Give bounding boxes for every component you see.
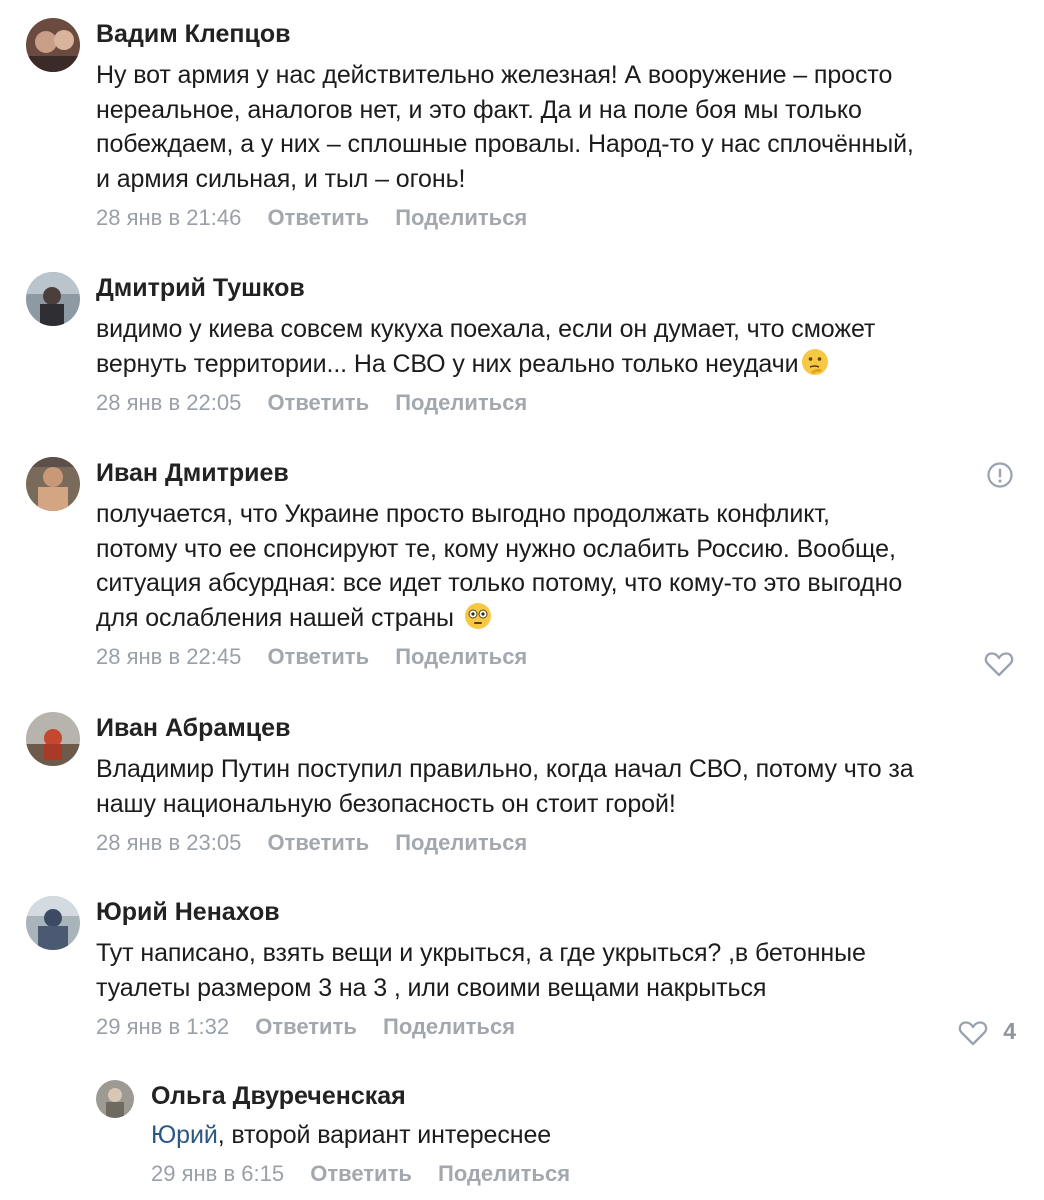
share-button[interactable]: Поделиться [383, 1012, 515, 1042]
comment-author[interactable]: Дмитрий Тушков [96, 272, 1016, 304]
reply-button[interactable]: Ответить [267, 203, 369, 233]
avatar-image [26, 712, 80, 766]
comment-date[interactable]: 28 янв в 22:05 [96, 388, 241, 418]
reply-button[interactable]: Ответить [310, 1159, 412, 1189]
avatar[interactable] [26, 272, 80, 326]
comment-text: Ну вот армия у нас действительно железна… [96, 61, 914, 193]
comment-author[interactable]: Юрий Ненахов [96, 896, 1016, 928]
avatar[interactable] [26, 18, 80, 72]
avatar-image [96, 1080, 134, 1118]
reply-button[interactable]: Ответить [267, 828, 369, 858]
comment-date[interactable]: 29 янв в 6:15 [151, 1159, 284, 1189]
avatar[interactable] [26, 457, 80, 511]
share-button[interactable]: Поделиться [438, 1159, 570, 1189]
comment-text-body: видимо у киева совсем кукуха поехала, ес… [96, 315, 876, 378]
flushed-face-emoji [464, 602, 491, 629]
comment-author[interactable]: Ольга Двуреченская [151, 1080, 1011, 1112]
heart-icon[interactable] [984, 651, 1014, 677]
comment-date[interactable]: 28 янв в 22:45 [96, 642, 241, 672]
comment-meta: 28 янв в 23:05 Ответить Поделиться [96, 828, 1016, 858]
comment-meta: 28 янв в 21:46 Ответить Поделиться [96, 203, 1016, 233]
comment-text: видимо у киева совсем кукуха поехала, ес… [96, 312, 1016, 381]
share-button[interactable]: Поделиться [395, 642, 527, 672]
comment-author[interactable]: Иван Абрамцев [96, 712, 1016, 744]
comments-feed: Вадим Клепцов Ну вот армия у нас действи… [0, 0, 1044, 1200]
comment-meta: 28 янв в 22:05 Ответить Поделиться [96, 388, 1016, 418]
comment-meta: 29 янв в 1:32 Ответить Поделиться [96, 1012, 1016, 1042]
comment-text: получается, что Украине просто выгодно п… [96, 497, 1016, 635]
comment-date[interactable]: 28 янв в 21:46 [96, 203, 241, 233]
avatar[interactable] [26, 896, 80, 950]
reply-button[interactable]: Ответить [255, 1012, 357, 1042]
comment-author[interactable]: Иван Дмитриев [96, 457, 1016, 489]
reply-button[interactable]: Ответить [267, 388, 369, 418]
comment-text: Юрий, второй вариант интереснее [151, 1118, 1011, 1153]
share-button[interactable]: Поделиться [395, 203, 527, 233]
like-count: 4 [1003, 1018, 1016, 1044]
comment-text-body: , второй вариант интереснее [217, 1121, 552, 1149]
comment-meta: 28 янв в 22:45 Ответить Поделиться [96, 642, 1016, 672]
comment-text: Владимир Путин поступил правильно, когда… [96, 755, 914, 818]
comment-text-body: получается, что Украине просто выгодно п… [96, 500, 903, 632]
avatar[interactable] [96, 1080, 134, 1118]
comment-date[interactable]: 29 янв в 1:32 [96, 1012, 229, 1042]
avatar-image [26, 896, 80, 950]
avatar-image [26, 457, 80, 511]
share-button[interactable]: Поделиться [395, 388, 527, 418]
avatar[interactable] [26, 712, 80, 766]
share-button[interactable]: Поделиться [395, 828, 527, 858]
report-icon[interactable] [986, 461, 1014, 489]
thinking-face-emoji [802, 348, 829, 375]
comment-date[interactable]: 28 янв в 23:05 [96, 828, 241, 858]
avatar-image [26, 272, 80, 326]
heart-icon[interactable] [958, 1020, 988, 1046]
mention-link[interactable]: Юрий [151, 1121, 218, 1149]
avatar-image [26, 18, 80, 72]
reply-button[interactable]: Ответить [267, 642, 369, 672]
comment-text: Тут написано, взять вещи и укрыться, а г… [96, 939, 866, 1002]
comment-author[interactable]: Вадим Клепцов [96, 18, 1016, 50]
comment-meta: 29 янв в 6:15 Ответить Поделиться [151, 1159, 1011, 1189]
